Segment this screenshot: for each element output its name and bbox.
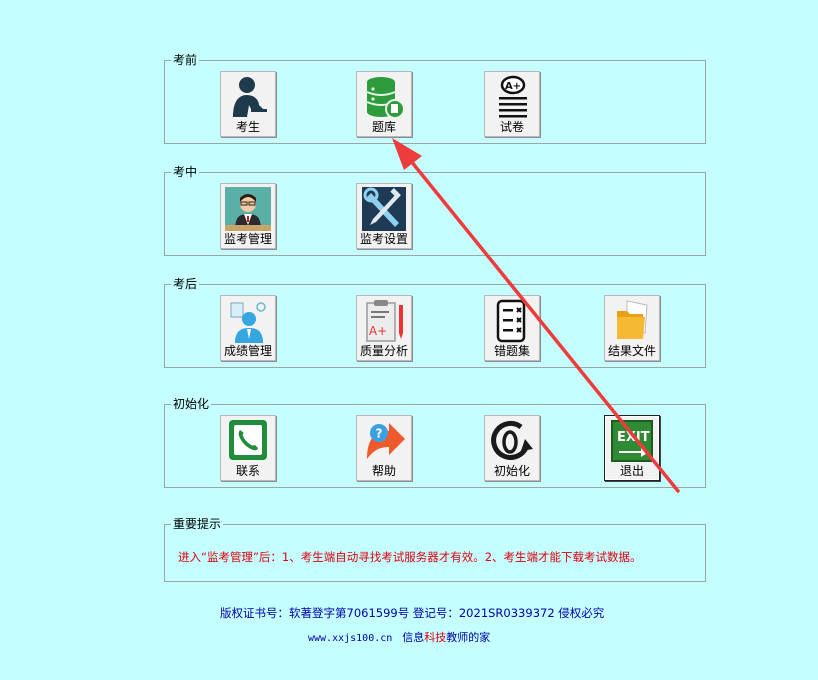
question-bank-label: 题库 xyxy=(371,120,396,134)
svg-text:EXIT: EXIT xyxy=(617,430,650,445)
folder-icon xyxy=(617,300,648,339)
svg-text:A+: A+ xyxy=(369,324,387,338)
initialize-button[interactable]: 初始化 xyxy=(484,415,540,481)
help-label: 帮助 xyxy=(371,464,396,478)
score-management-button[interactable]: 成绩管理 xyxy=(220,295,276,361)
phone-icon xyxy=(229,420,267,460)
contact-button[interactable]: 联系 xyxy=(220,415,276,481)
database-icon xyxy=(366,77,405,119)
exam-paper-icon: A+ xyxy=(499,75,527,118)
wrong-questions-button[interactable]: 错题集 xyxy=(484,295,540,361)
brand-highlight: 科技 xyxy=(424,631,447,644)
wrong-questions-label: 错题集 xyxy=(493,344,530,358)
proctor-settings-button[interactable]: 监考设置 xyxy=(356,183,412,249)
initialize-label: 初始化 xyxy=(493,464,530,478)
svg-text:A+: A+ xyxy=(505,81,521,92)
proctor-management-button[interactable]: 监考管理 xyxy=(220,183,276,249)
copyright-text: 版权证书号：软著登字第7061599号 登记号：2021SR0339372 侵权… xyxy=(220,606,605,620)
site-url: www.xxjs100.cn xyxy=(308,633,393,644)
score-management-label: 成绩管理 xyxy=(223,344,272,358)
contact-label: 联系 xyxy=(235,464,260,478)
result-files-button[interactable]: 结果文件 xyxy=(604,295,660,361)
group-title-during: 考中 xyxy=(171,164,200,180)
result-files-label: 结果文件 xyxy=(607,344,656,358)
student-button[interactable]: 考生 xyxy=(220,71,276,137)
exam-paper-label: 试卷 xyxy=(499,120,524,134)
exit-label: 退出 xyxy=(619,464,644,478)
question-bank-button[interactable]: 题库 xyxy=(356,71,412,137)
proctor-settings-label: 监考设置 xyxy=(359,232,408,246)
report-icon: A+ xyxy=(366,300,403,342)
tools-icon xyxy=(362,187,406,231)
proctor-management-label: 监考管理 xyxy=(223,232,272,246)
checklist-icon xyxy=(496,299,526,343)
exit-icon: EXIT xyxy=(611,420,653,462)
exit-button[interactable]: EXIT 退出 xyxy=(604,415,660,481)
svg-text:?: ? xyxy=(376,427,383,441)
group-title-notice: 重要提示 xyxy=(171,516,224,532)
exam-paper-button[interactable]: A+ 试卷 xyxy=(484,71,540,137)
student-label: 考生 xyxy=(235,120,260,134)
site-info: www.xxjs100.cn 信息科技教师的家 xyxy=(308,629,490,645)
help-button[interactable]: ? 帮助 xyxy=(356,415,412,481)
group-title-before: 考前 xyxy=(171,52,200,68)
brand-pre: 信息 xyxy=(402,631,425,644)
reset-icon xyxy=(491,421,533,460)
brand-post: 教师的家 xyxy=(446,631,491,644)
proctor-icon xyxy=(225,187,271,231)
quality-analysis-button[interactable]: A+ 质量分析 xyxy=(356,295,412,361)
notice-text: 进入“监考管理”后：1、考生端自动寻找考试服务器才有效。2、考生端才能下载考试数… xyxy=(178,550,642,564)
group-title-after: 考后 xyxy=(171,276,200,292)
group-title-init: 初始化 xyxy=(171,396,212,412)
student-icon xyxy=(233,77,267,117)
help-icon: ? xyxy=(367,423,405,459)
quality-analysis-label: 质量分析 xyxy=(359,344,408,358)
score-user-icon xyxy=(230,302,266,343)
